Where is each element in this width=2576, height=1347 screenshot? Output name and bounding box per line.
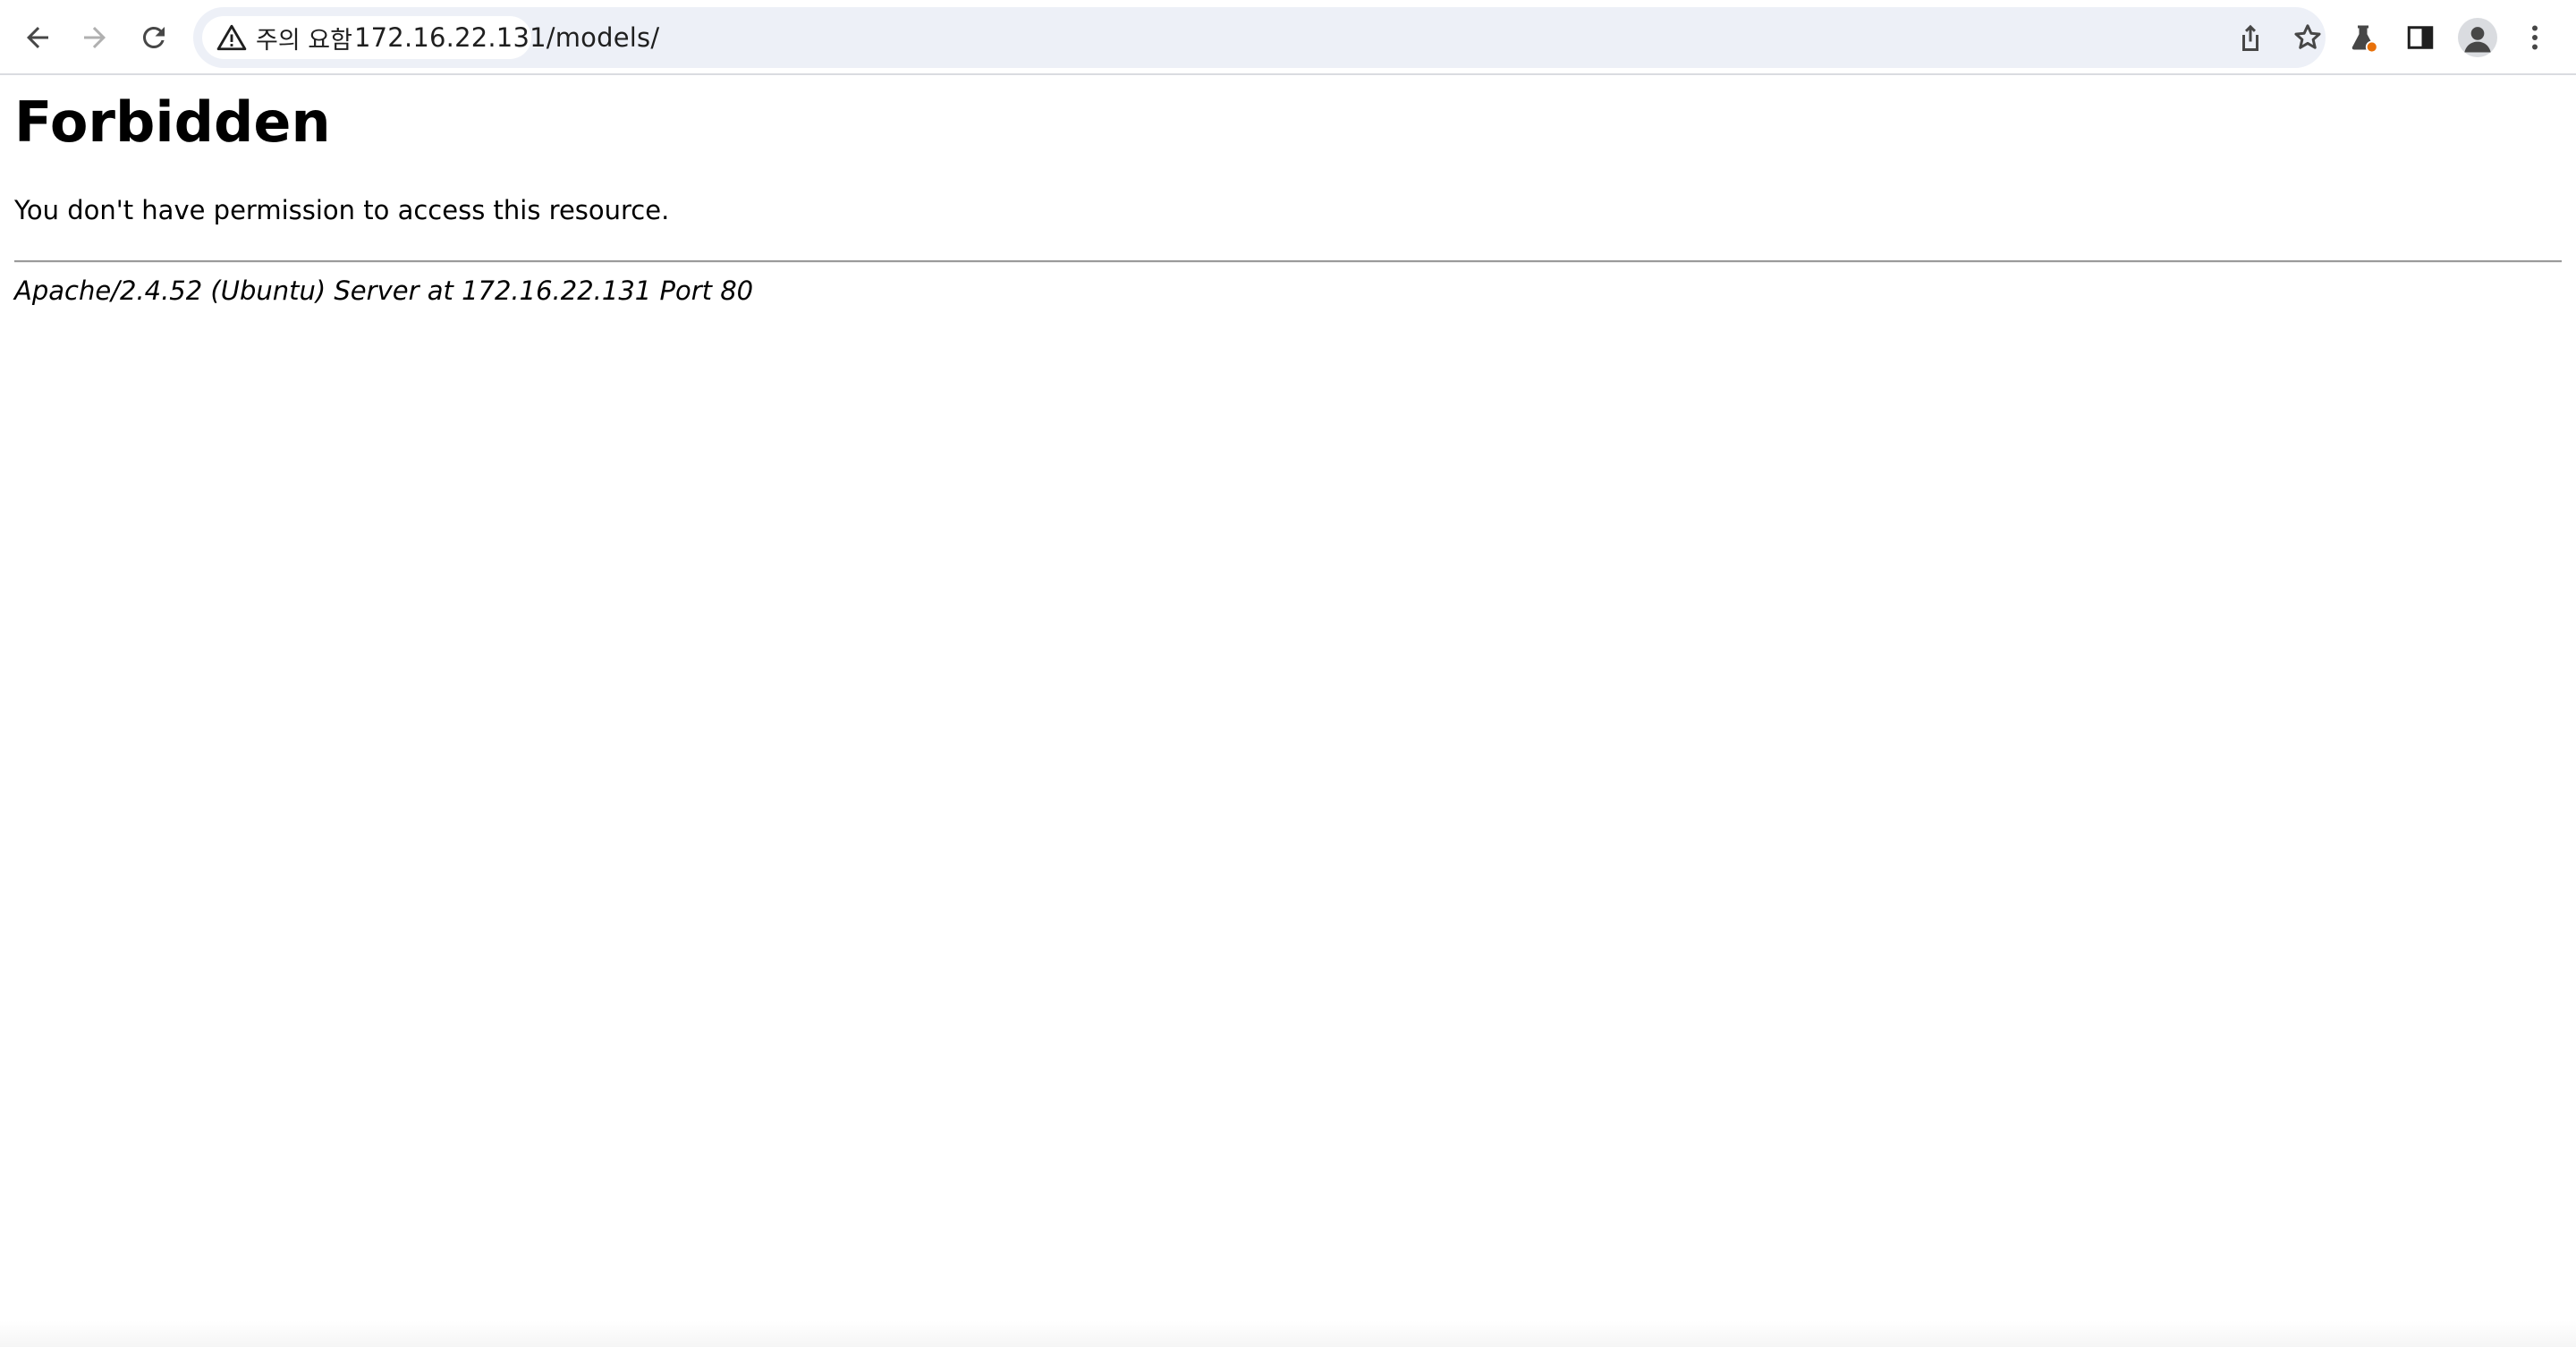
error-message: You don't have permission to access this… <box>14 195 670 225</box>
star-icon <box>2294 24 2321 49</box>
horizontal-divider <box>14 260 2562 263</box>
reload-icon <box>143 26 165 48</box>
labs-button[interactable] <box>2338 13 2388 63</box>
share-icon <box>2242 24 2258 51</box>
security-chip-label: 주의 요함 <box>256 26 352 55</box>
side-panel-button[interactable] <box>2395 13 2445 63</box>
back-arrow-icon <box>27 27 48 48</box>
kebab-menu-icon <box>2532 25 2538 50</box>
server-signature: Apache/2.4.52 (Ubuntu) Server at 172.16.… <box>14 275 754 306</box>
labs-flask-icon <box>2351 25 2378 54</box>
profile-button[interactable] <box>2453 13 2503 63</box>
profile-avatar-icon <box>2458 18 2497 57</box>
page-title: Forbidden <box>14 89 331 155</box>
forward-button[interactable] <box>70 13 120 63</box>
browser-menu-button[interactable] <box>2510 13 2560 63</box>
side-panel-icon <box>2407 26 2434 49</box>
reload-button[interactable] <box>129 13 179 63</box>
address-bar[interactable]: 주의 요함 172.16.22.131/models/ <box>193 7 2326 68</box>
url-text[interactable]: 172.16.22.131/models/ <box>354 7 659 68</box>
page-content: Forbidden You don't have permission to a… <box>0 77 2576 1347</box>
back-button[interactable] <box>13 13 63 63</box>
share-button[interactable] <box>2225 13 2275 63</box>
browser-toolbar: 주의 요함 172.16.22.131/models/ <box>0 0 2576 75</box>
forward-arrow-icon <box>84 27 106 48</box>
bookmark-button[interactable] <box>2283 13 2333 63</box>
bottom-shadow <box>0 1320 2576 1347</box>
warning-triangle-icon <box>216 24 247 51</box>
